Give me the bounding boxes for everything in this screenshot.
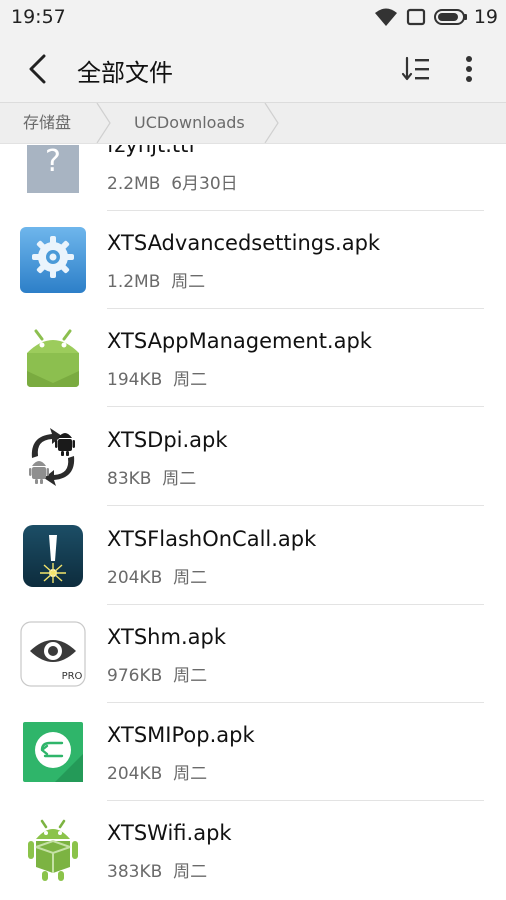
file-size: 383KB (107, 862, 163, 882)
file-list[interactable]: ? fzyhjt.ttf 2.2MB 6月30日 XTSAdvancedsett… (0, 145, 506, 900)
file-item[interactable]: ? fzyhjt.ttf 2.2MB 6月30日 (0, 145, 506, 211)
file-meta: 204KB 周二 (107, 759, 207, 784)
file-name: XTShm.apk (107, 625, 226, 649)
file-date: 周二 (173, 568, 208, 588)
file-name: XTSFlashOnCall.apk (107, 527, 317, 551)
mipop-app-icon (20, 719, 86, 785)
gear-app-icon (20, 227, 86, 293)
file-size: 194KB (107, 370, 163, 390)
page-title: 全部文件 (77, 59, 173, 87)
back-button[interactable] (20, 50, 56, 88)
screen-icon (406, 8, 426, 26)
file-size: 204KB (107, 764, 163, 784)
file-name: XTSAdvancedsettings.apk (107, 231, 381, 255)
file-name: XTSDpi.apk (107, 428, 228, 452)
app-bar: 全部文件 (0, 36, 506, 102)
file-meta: 2.2MB 6月30日 (107, 169, 238, 194)
file-date: 周二 (173, 370, 208, 390)
wifi-icon (374, 7, 398, 27)
file-item[interactable]: PRO XTShm.apk 976KB 周二 (0, 605, 506, 703)
sort-list-icon (401, 56, 429, 81)
file-date: 6月30日 (171, 174, 238, 194)
breadcrumb-chevron-icon (96, 103, 111, 143)
file-name: XTSWifi.apk (107, 821, 232, 845)
divider (107, 406, 484, 407)
file-item[interactable]: XTSFlashOnCall.apk 204KB 周二 (0, 507, 506, 605)
file-meta: 194KB 周二 (107, 365, 207, 390)
breadcrumb-item-storage[interactable]: 存储盘 (23, 103, 71, 143)
file-meta: 976KB 周二 (107, 661, 207, 686)
file-size: 2.2MB (107, 174, 161, 194)
status-icons: 19 (374, 6, 498, 28)
status-time: 19:57 (11, 6, 66, 28)
file-date: 周二 (173, 862, 208, 882)
file-size: 1.2MB (107, 272, 161, 292)
file-name: fzyhjt.ttf (107, 145, 196, 157)
pro-badge: PRO (62, 671, 83, 682)
file-meta: 1.2MB 周二 (107, 267, 205, 292)
breadcrumb: 存储盘 UCDownloads (0, 102, 506, 144)
back-arrow-icon (29, 54, 46, 84)
file-item[interactable]: XTSAppManagement.apk 194KB 周二 (0, 309, 506, 407)
breadcrumb-item-ucdownloads[interactable]: UCDownloads (134, 103, 245, 143)
file-date: 周二 (162, 469, 197, 489)
more-vert-icon (466, 56, 472, 82)
divider (107, 505, 484, 506)
file-name: XTSMIPop.apk (107, 723, 255, 747)
android-app-icon (20, 325, 86, 391)
file-date: 周二 (173, 764, 208, 784)
sort-button[interactable] (396, 50, 436, 88)
file-item[interactable]: XTSWifi.apk 383KB 周二 (0, 801, 506, 899)
file-size: 83KB (107, 469, 152, 489)
file-size: 204KB (107, 568, 163, 588)
eye-pro-app-icon: PRO (20, 621, 86, 687)
battery-percent: 19 (473, 6, 498, 28)
file-size: 976KB (107, 666, 163, 686)
android-sync-icon (20, 424, 86, 490)
file-item[interactable]: XTSDpi.apk 83KB 周二 (0, 408, 506, 506)
battery-icon (433, 8, 468, 26)
android-box-app-icon (20, 817, 86, 883)
file-item[interactable]: XTSMIPop.apk 204KB 周二 (0, 703, 506, 801)
file-meta: 83KB 周二 (107, 464, 196, 489)
file-name: XTSAppManagement.apk (107, 329, 372, 353)
more-options-button[interactable] (452, 50, 486, 88)
file-date: 周二 (171, 272, 206, 292)
svg-text:?: ? (45, 145, 61, 179)
file-date: 周二 (173, 666, 208, 686)
file-item[interactable]: XTSAdvancedsettings.apk 1.2MB 周二 (0, 211, 506, 309)
breadcrumb-chevron-icon (264, 103, 279, 143)
flash-app-icon (20, 523, 86, 589)
file-meta: 204KB 周二 (107, 563, 207, 588)
file-meta: 383KB 周二 (107, 857, 207, 882)
status-bar: 19:57 19 (0, 0, 506, 36)
unknown-file-icon: ? (20, 145, 86, 195)
